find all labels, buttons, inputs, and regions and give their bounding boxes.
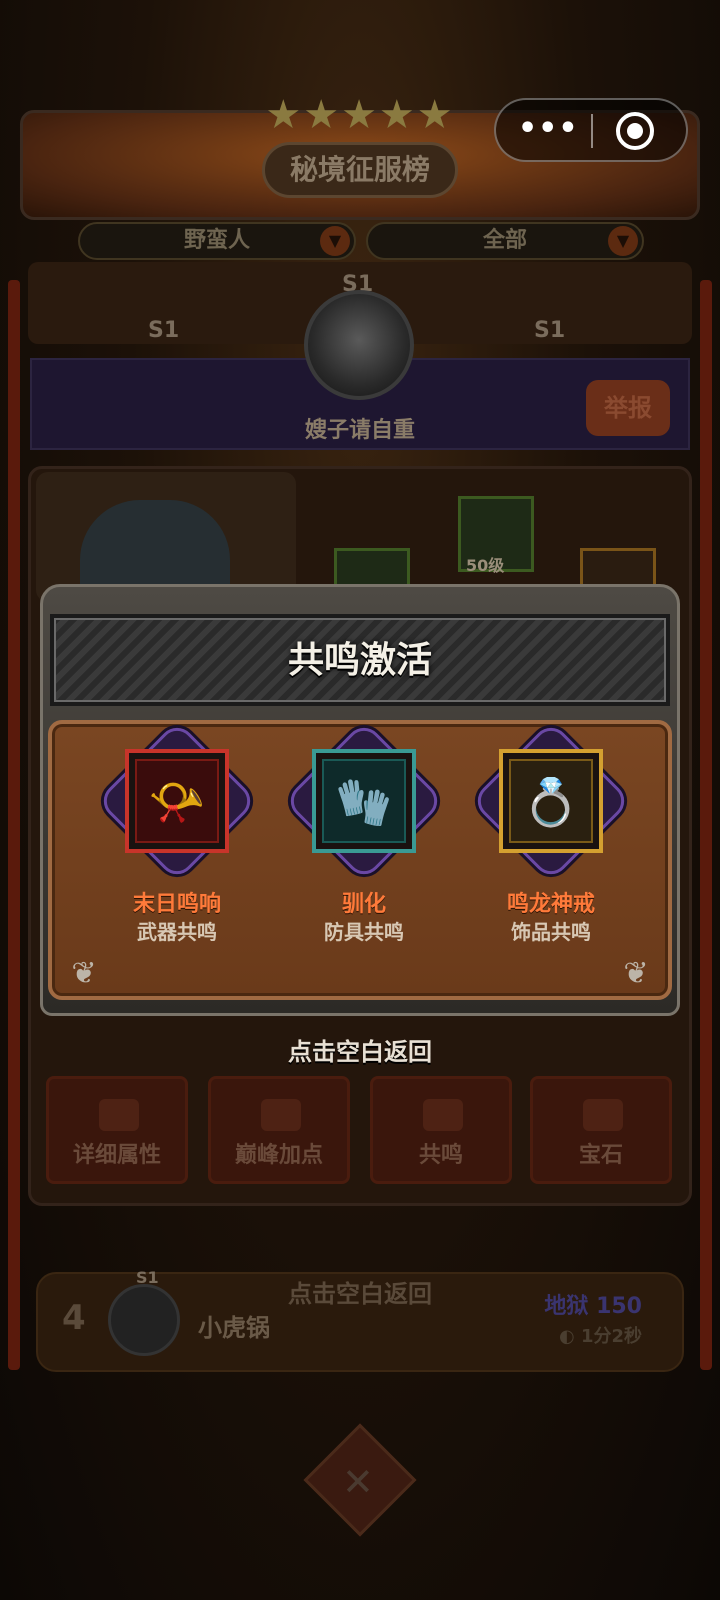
ghost-dismiss-hint: 点击空白返回	[288, 1280, 432, 1308]
more-dots-icon[interactable]: •••	[518, 100, 578, 160]
item-frame: 📯	[125, 749, 229, 853]
peak-points-button[interactable]: 巅峰加点	[208, 1076, 350, 1184]
leaderboard-title: 秘境征服榜	[262, 142, 458, 198]
target-close-icon[interactable]	[616, 112, 654, 150]
miniprogram-capsule: •••	[494, 98, 688, 162]
scope-filter-dropdown[interactable]: 全部 ▼	[366, 222, 644, 260]
gem-button[interactable]: 宝石	[530, 1076, 672, 1184]
resonance-item-accessory[interactable]: 💍 鸣龙神戒 饰品共鸣	[466, 720, 636, 954]
modal-title: 共鸣激活	[287, 640, 432, 681]
rank-time-value: 1分2秒	[580, 1326, 642, 1347]
resonance-item-armor[interactable]: 🧤 驯化 防具共鸣	[279, 720, 449, 954]
item-frame: 🧤	[312, 749, 416, 853]
resonance-icon	[423, 1099, 463, 1131]
corner-ornament-icon: ❦	[623, 956, 649, 991]
item-type: 武器共鸣	[137, 920, 217, 944]
class-filter-label: 野蛮人	[183, 228, 250, 253]
button-label: 详细属性	[72, 1143, 161, 1168]
gem-icon	[583, 1099, 623, 1131]
modal-body: 📯 末日鸣响 武器共鸣 🧤 驯化 防具共鸣 💍 鸣龙神戒 饰品共鸣 ❦ ❦	[48, 720, 672, 1000]
chevron-down-icon: ▼	[320, 226, 350, 256]
gauntlet-icon: 🧤	[335, 775, 393, 829]
item-name: 末日鸣响	[132, 892, 221, 917]
item-type: 饰品共鸣	[511, 920, 591, 944]
rank-stars-icon: ★★★★★	[265, 92, 455, 138]
rank-player-name: 小虎锅	[198, 1314, 270, 1342]
item-name: 鸣龙神戒	[506, 892, 595, 917]
capsule-divider	[591, 114, 593, 148]
corner-ornament-icon: ❦	[71, 956, 97, 991]
resonance-item-weapon[interactable]: 📯 末日鸣响 武器共鸣	[92, 720, 262, 954]
button-label: 巅峰加点	[234, 1143, 323, 1168]
crossed-swords-icon[interactable]: ✕	[303, 1423, 417, 1537]
arrow-up-icon	[261, 1099, 301, 1131]
button-label: 宝石	[578, 1143, 623, 1168]
rank-time: ◐ 1分2秒	[558, 1326, 642, 1347]
detail-stats-button[interactable]: 详细属性	[46, 1076, 188, 1184]
dragon-ring-icon: 💍	[522, 775, 580, 829]
level-badge: 50级	[466, 556, 505, 575]
resonance-button[interactable]: 共鸣	[370, 1076, 512, 1184]
dismiss-hint[interactable]: 点击空白返回	[0, 1032, 720, 1067]
horn-icon: 📯	[148, 775, 206, 829]
list-icon	[99, 1099, 139, 1131]
top-player-avatar[interactable]	[304, 290, 414, 400]
season-tag: S1	[534, 318, 566, 343]
top-player-name: 嫂子请自重	[304, 418, 415, 443]
button-label: 共鸣	[418, 1143, 463, 1168]
scope-filter-label: 全部	[482, 228, 527, 253]
chevron-down-icon: ▼	[608, 226, 638, 256]
item-name: 驯化	[341, 892, 386, 917]
resonance-activation-modal: 共鸣激活 📯 末日鸣响 武器共鸣 🧤 驯化 防具共鸣 💍 鸣龙神戒 饰品共鸣 ❦…	[40, 584, 680, 1016]
season-tag: S1	[148, 318, 180, 343]
item-type: 防具共鸣	[324, 920, 404, 944]
modal-header: 共鸣激活	[50, 614, 670, 706]
class-filter-dropdown[interactable]: 野蛮人 ▼	[78, 222, 356, 260]
item-frame: 💍	[499, 749, 603, 853]
